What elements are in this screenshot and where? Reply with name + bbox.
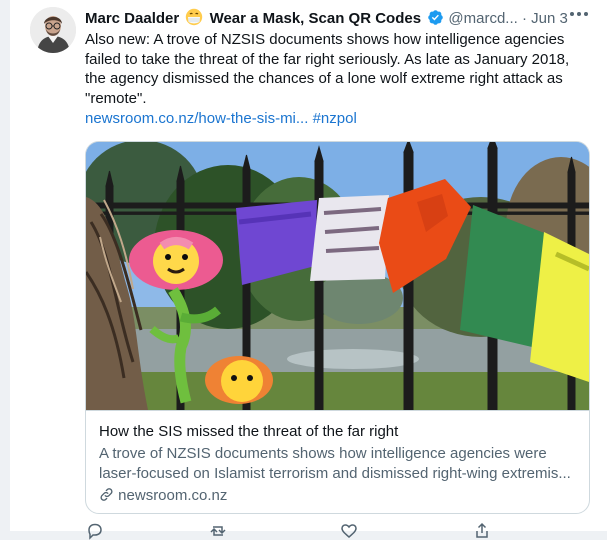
verified-badge-icon [427, 9, 444, 26]
tweet-header: Marc Daalder Wear a Mask, Scan QR Codes … [85, 8, 595, 30]
like-icon[interactable] [340, 522, 358, 540]
share-icon[interactable] [473, 522, 491, 540]
reply-icon[interactable] [86, 522, 104, 540]
card-description: A trove of NZSIS documents shows how int… [99, 445, 571, 482]
link-preview-card[interactable]: How the SIS missed the threat of the far… [85, 141, 590, 514]
card-meta[interactable]: How the SIS missed the threat of the far… [86, 410, 589, 513]
avatar[interactable] [30, 7, 76, 53]
hashtag-link[interactable]: #nzpol [313, 110, 357, 127]
tweet[interactable]: Marc Daalder Wear a Mask, Scan QR Codes … [10, 0, 607, 540]
retweet-icon[interactable] [209, 522, 227, 540]
card-image[interactable] [86, 142, 589, 410]
more-icon [570, 12, 588, 16]
card-title[interactable]: How the SIS missed the threat of the far… [99, 422, 574, 441]
user-handle[interactable]: @marcd... [448, 10, 517, 27]
face-mask-emoji-icon [185, 8, 203, 26]
display-name[interactable]: Marc Daalder [85, 10, 179, 27]
link-icon [99, 487, 114, 502]
card-domain[interactable]: newsroom.co.nz [99, 486, 227, 505]
tweet-link[interactable]: newsroom.co.nz/how-the-sis-mi... [85, 110, 308, 127]
display-name-suffix[interactable]: Wear a Mask, Scan QR Codes [210, 10, 421, 27]
tweet-date[interactable]: Jun 3 [531, 10, 568, 27]
more-options-button[interactable] [565, 3, 593, 25]
tweet-text-block: Also new: A trove of NZSIS documents sho… [85, 30, 590, 129]
tweet-actions [85, 522, 585, 540]
tweet-text: Also new: A trove of NZSIS documents sho… [85, 31, 570, 108]
separator-dot: · [521, 10, 527, 27]
card-domain-text[interactable]: newsroom.co.nz [118, 487, 227, 504]
